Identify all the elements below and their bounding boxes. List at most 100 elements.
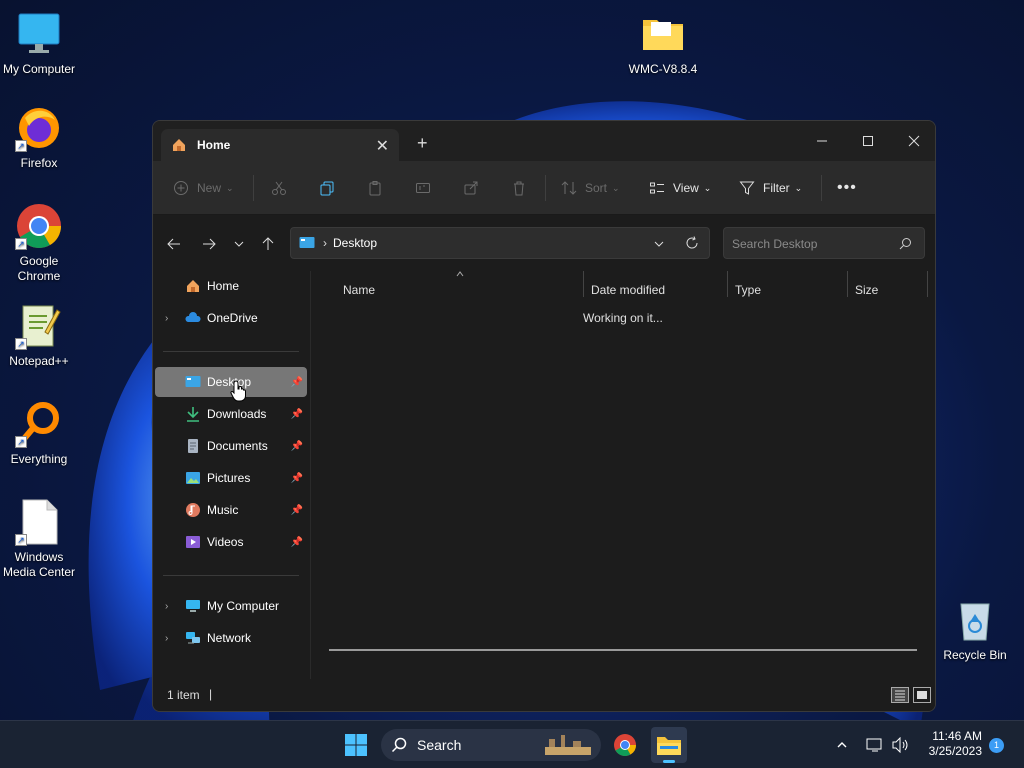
sidebar-item-videos[interactable]: Videos 📌 — [155, 527, 307, 557]
desktop-icon-everything[interactable]: ↗ Everything — [0, 400, 78, 467]
new-tab-button[interactable]: + — [417, 133, 428, 154]
sidebar-item-network[interactable]: › Network — [155, 623, 307, 653]
desktop-icon-wmc[interactable]: ↗ Windows Media Center — [0, 498, 78, 580]
copy-button[interactable] — [319, 175, 335, 201]
network-status-button[interactable] — [862, 727, 888, 763]
download-icon — [187, 407, 199, 422]
sidebar-item-music[interactable]: Music 📌 — [155, 495, 307, 525]
scissors-icon — [272, 181, 286, 195]
file-list: Name Date modified Type Size Working on … — [313, 271, 935, 681]
expand-chevron-icon[interactable]: › — [165, 313, 168, 324]
close-window-button[interactable] — [891, 127, 935, 155]
column-header-size[interactable]: Size — [855, 283, 878, 297]
copy-icon — [320, 181, 334, 196]
chevron-down-icon[interactable] — [653, 238, 665, 250]
item-count: 1 item — [167, 688, 200, 702]
clock[interactable]: 11:46 AM 3/25/2023 — [929, 729, 982, 759]
tiles-view-button[interactable] — [913, 687, 931, 703]
sidebar-item-onedrive[interactable]: › OneDrive — [155, 303, 307, 333]
column-divider[interactable] — [847, 271, 848, 297]
share-button[interactable] — [463, 175, 479, 201]
desktop-icon-label: WMC-V8.8.4 — [628, 62, 698, 76]
address-path: Desktop — [333, 236, 378, 250]
volume-button[interactable] — [888, 727, 914, 763]
video-icon — [186, 536, 200, 548]
view-button[interactable]: View ⌄ — [649, 175, 711, 201]
search-box[interactable] — [723, 227, 925, 259]
desktop-icon-my-computer[interactable]: My Computer — [0, 10, 78, 77]
up-button[interactable] — [257, 233, 279, 255]
taskbar-file-explorer[interactable] — [651, 727, 687, 763]
expand-chevron-icon[interactable]: › — [165, 633, 168, 644]
search-input[interactable] — [732, 235, 892, 253]
chevron-down-icon — [234, 241, 244, 247]
column-header-date-modified[interactable]: Date modified — [591, 283, 665, 297]
delete-button[interactable] — [511, 175, 527, 201]
clock-date: 3/25/2023 — [928, 744, 982, 758]
column-divider[interactable] — [583, 271, 584, 297]
recent-locations-button[interactable] — [228, 233, 250, 255]
new-button[interactable]: New ⌄ — [173, 175, 234, 201]
sort-button[interactable]: Sort ⌄ — [561, 175, 620, 201]
more-options-button[interactable]: ••• — [837, 175, 857, 201]
arrow-up-icon — [262, 237, 274, 250]
chrome-icon: ↗ — [15, 202, 63, 250]
close-tab-icon[interactable]: ✕ — [376, 136, 389, 156]
sidebar-item-home[interactable]: Home — [155, 271, 307, 301]
taskbar-search-label: Search — [417, 737, 462, 753]
column-header-type[interactable]: Type — [735, 283, 761, 297]
pin-icon: 📌 — [290, 408, 303, 420]
notification-badge[interactable]: 1 — [989, 738, 1004, 753]
tab-home[interactable]: Home ✕ — [161, 129, 399, 161]
sidebar-item-documents[interactable]: Documents 📌 — [155, 431, 307, 461]
start-button[interactable] — [338, 727, 374, 763]
taskbar-chrome[interactable] — [607, 727, 643, 763]
loading-message: Working on it... — [583, 311, 663, 325]
status-separator: | — [209, 687, 213, 701]
sidebar-item-downloads[interactable]: Downloads 📌 — [155, 399, 307, 429]
folder-icon — [657, 737, 681, 755]
sidebar-item-my-computer[interactable]: › My Computer — [155, 591, 307, 621]
cut-button[interactable] — [271, 175, 287, 201]
toolbar-divider — [545, 175, 546, 201]
refresh-icon[interactable] — [685, 236, 699, 250]
pin-icon: 📌 — [290, 504, 303, 516]
trash-icon — [514, 181, 524, 196]
expand-chevron-icon[interactable]: › — [165, 601, 168, 612]
filter-button[interactable]: Filter ⌄ — [739, 175, 802, 201]
new-label: New — [197, 181, 222, 195]
pin-icon: 📌 — [290, 440, 303, 452]
active-indicator — [663, 760, 675, 763]
paste-button[interactable] — [367, 175, 383, 201]
sidebar-divider — [163, 351, 299, 352]
minimize-button[interactable] — [799, 127, 845, 155]
desktop-icon-label: Google Chrome — [17, 254, 61, 283]
desktop-icon-recycle-bin[interactable]: Recycle Bin — [936, 596, 1014, 663]
details-view-button[interactable] — [891, 687, 909, 703]
speaker-icon — [892, 737, 908, 753]
everything-search-icon: ↗ — [15, 400, 63, 448]
column-divider[interactable] — [727, 271, 728, 297]
sidebar-item-label: Pictures — [207, 471, 251, 485]
maximize-icon — [863, 136, 873, 146]
rename-button[interactable] — [415, 175, 431, 201]
desktop-icon-chrome[interactable]: ↗ Google Chrome — [0, 202, 78, 284]
filter-icon — [739, 181, 755, 195]
back-button[interactable] — [163, 233, 185, 255]
command-bar: New ⌄ Sort ⌄ View ⌄ Filter ⌄ ••• — [153, 161, 935, 215]
filter-label: Filter — [763, 181, 790, 195]
sidebar-item-pictures[interactable]: Pictures 📌 — [155, 463, 307, 493]
desktop-icon-notepadpp[interactable]: ↗ Notepad++ — [0, 302, 78, 369]
column-header-name[interactable]: Name — [343, 283, 375, 297]
view-label: View — [673, 181, 699, 195]
column-divider[interactable] — [927, 271, 928, 297]
desktop-icon-firefox[interactable]: ↗ Firefox — [0, 104, 78, 171]
maximize-button[interactable] — [845, 127, 891, 155]
forward-button[interactable] — [198, 233, 220, 255]
show-hidden-icons-button[interactable] — [828, 727, 856, 763]
desktop-icon-wmc-folder[interactable]: WMC-V8.8.4 — [624, 10, 702, 77]
taskbar-search[interactable]: Search — [381, 729, 601, 761]
sidebar-item-label: Downloads — [207, 407, 267, 421]
horizontal-scrollbar[interactable] — [329, 649, 917, 651]
address-bar[interactable]: › Desktop — [290, 227, 710, 259]
